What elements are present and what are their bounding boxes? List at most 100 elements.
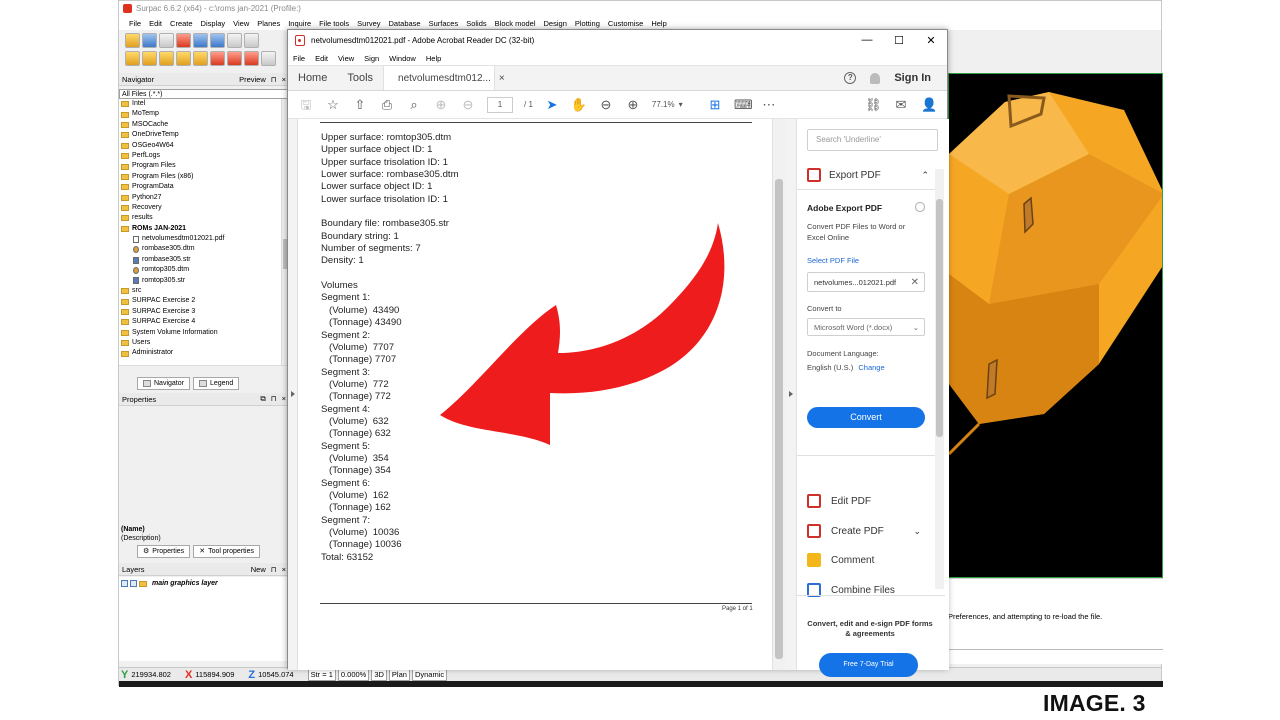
surpac-menu-item[interactable]: Help <box>651 19 666 28</box>
tree-item[interactable]: ProgramData <box>119 182 285 192</box>
tree-item[interactable]: romtop305.dtm <box>119 265 285 275</box>
print-icon[interactable] <box>159 32 174 48</box>
new-icon[interactable] <box>125 32 140 48</box>
save-icon[interactable]: 🖫 <box>298 97 314 113</box>
document-scrollbar[interactable] <box>772 119 785 670</box>
tree-item[interactable]: SURPAC Exercise 2 <box>119 296 285 306</box>
search-icon[interactable]: ⌕ <box>406 97 422 113</box>
document-scroll-thumb[interactable] <box>775 179 783 659</box>
chevron-down-icon[interactable]: ⌄ <box>913 526 935 537</box>
keyboard-icon[interactable]: ⌨ <box>734 97 753 113</box>
view-plan-button[interactable]: Plan <box>388 668 410 681</box>
upload-cloud-icon[interactable]: ⇧ <box>352 97 368 113</box>
surpac-menu-item[interactable]: Block model <box>495 19 536 28</box>
tab-home[interactable]: Home <box>288 66 337 90</box>
tree-item[interactable]: Administrator <box>119 348 285 358</box>
tree-item[interactable]: OneDriveTemp <box>119 130 285 140</box>
layer-icon[interactable] <box>142 50 157 66</box>
edit-pdf-tool[interactable]: Edit PDF <box>807 492 935 510</box>
redo-icon[interactable] <box>210 32 225 48</box>
tools-search-input[interactable]: Search 'Underline' <box>807 129 938 151</box>
tree-item[interactable]: results <box>119 213 285 223</box>
left-pane-toggle[interactable] <box>288 119 298 670</box>
view-dynamic-button[interactable]: Dynamic <box>411 668 448 681</box>
remove-file-icon[interactable]: ✕ <box>911 277 924 288</box>
chevron-up-icon[interactable]: ⌃ <box>921 170 935 181</box>
point-icon[interactable] <box>176 50 191 66</box>
delete-segment-icon[interactable] <box>227 50 242 66</box>
view-3d-button[interactable]: 3D <box>371 668 387 681</box>
surpac-menu-item[interactable]: Design <box>544 19 567 28</box>
pin-icon[interactable]: ⊓ <box>271 394 277 404</box>
surpac-menu-item[interactable]: Display <box>201 19 226 28</box>
add-user-icon[interactable]: 👤 <box>921 97 937 113</box>
minimize-icon[interactable]: — <box>851 34 883 47</box>
graphics-viewport[interactable] <box>948 73 1163 578</box>
zoom-in-icon[interactable]: ⊕ <box>625 97 641 113</box>
surpac-menu-item[interactable]: File tools <box>319 19 349 28</box>
delete-string-icon[interactable] <box>244 50 259 66</box>
tab-legend[interactable]: Legend <box>192 377 240 390</box>
delete-point-icon[interactable] <box>210 50 225 66</box>
combine-files-tool[interactable]: Combine Files <box>807 581 935 599</box>
surpac-menu-item[interactable]: File <box>129 19 141 28</box>
tools-scrollbar[interactable] <box>935 169 944 589</box>
delete-icon[interactable] <box>176 32 191 48</box>
settings-icon[interactable] <box>915 202 925 212</box>
surpac-menu-item[interactable]: Survey <box>357 19 380 28</box>
zoom-select[interactable]: 77.1% ▾ <box>652 100 696 109</box>
close-icon[interactable]: × <box>282 565 286 574</box>
tree-hscrollbar[interactable] <box>119 365 289 375</box>
tree-item[interactable]: MoTemp <box>119 109 285 119</box>
file-filter-select[interactable]: All Files (.*.*) <box>119 89 289 99</box>
change-language-link[interactable]: Change <box>858 363 884 372</box>
email-icon[interactable]: ✉ <box>893 97 909 113</box>
close-tab-icon[interactable]: × <box>499 73 505 84</box>
maximize-icon[interactable]: ☐ <box>883 34 915 47</box>
layer-row[interactable]: main graphics layer <box>121 580 218 587</box>
pin-icon[interactable]: ⊓ <box>271 565 277 574</box>
notification-bell-icon[interactable] <box>870 72 881 84</box>
select-pdf-link[interactable]: Select PDF File <box>807 256 859 265</box>
tree-item[interactable]: Program Files <box>119 161 285 171</box>
surpac-menu-item[interactable]: Planes <box>257 19 280 28</box>
tree-item[interactable]: ROMs JAN-2021 <box>119 224 285 234</box>
acrobat-menu-item[interactable]: File <box>293 54 305 63</box>
print-icon[interactable]: ⎙ <box>379 97 395 113</box>
acrobat-menu-item[interactable]: View <box>338 54 354 63</box>
convert-button[interactable]: Convert <box>807 407 925 428</box>
acrobat-menu-item[interactable]: Window <box>389 54 416 63</box>
surpac-menu-item[interactable]: Solids <box>466 19 486 28</box>
free-trial-button[interactable]: Free 7-Day Trial <box>819 653 918 677</box>
tree-item[interactable]: Intel <box>119 99 285 109</box>
create-pdf-tool[interactable]: Create PDF ⌄ <box>807 522 935 540</box>
tree-item[interactable]: SURPAC Exercise 3 <box>119 307 285 317</box>
sign-in-button[interactable]: Sign In <box>894 72 931 84</box>
edit-icon[interactable] <box>125 50 140 66</box>
close-icon[interactable]: × <box>282 394 286 404</box>
zoom-out-icon[interactable]: ⊖ <box>598 97 614 113</box>
format-select[interactable]: Microsoft Word (*.docx) ⌄ <box>807 318 925 336</box>
save-icon[interactable] <box>142 32 157 48</box>
tree-item[interactable]: Users <box>119 338 285 348</box>
surpac-menu-item[interactable]: Inquire <box>288 19 311 28</box>
hand-tool-icon[interactable]: ✋ <box>571 97 587 113</box>
fit-page-icon[interactable]: ⊞ <box>707 97 723 113</box>
pin-icon[interactable]: ⊓ <box>271 75 277 84</box>
tree-item[interactable]: Program Files (x86) <box>119 172 285 182</box>
help-icon[interactable]: ? <box>844 72 857 84</box>
close-window-icon[interactable]: ✕ <box>915 34 947 47</box>
segment-icon[interactable] <box>193 50 208 66</box>
tree-item[interactable]: rombase305.str <box>119 255 285 265</box>
tree-item[interactable]: romtop305.str <box>119 276 285 286</box>
surpac-menu-item[interactable]: View <box>233 19 249 28</box>
tree-item[interactable]: PerfLogs <box>119 151 285 161</box>
float-icon[interactable]: ⧉ <box>260 394 265 404</box>
share-link-icon[interactable]: ⛓ <box>865 97 882 113</box>
tree-item[interactable]: src <box>119 286 285 296</box>
comment-tool[interactable]: Comment <box>807 551 935 569</box>
surpac-menu-item[interactable]: Plotting <box>575 19 600 28</box>
tools-pane-toggle[interactable] <box>785 119 797 670</box>
prev-page-icon[interactable]: ⊕ <box>433 97 449 113</box>
measure-icon[interactable] <box>261 50 276 66</box>
